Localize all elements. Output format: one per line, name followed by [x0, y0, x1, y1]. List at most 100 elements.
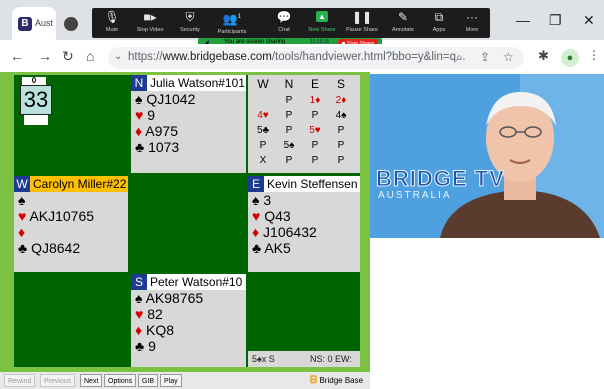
github-icon	[64, 17, 78, 31]
extensions-icon[interactable]: ✱	[538, 48, 549, 64]
stop-video-button[interactable]: ■▸ Stop Video	[130, 8, 170, 38]
playback-controls: Rewind Previous Next Options GIB Play ᗷ …	[0, 372, 370, 389]
next-button[interactable]: Next	[80, 374, 103, 387]
south-diamonds: ♦ KQ8	[131, 322, 246, 338]
east-player-name: Kevin Steffensen	[267, 177, 358, 191]
participants-button[interactable]: 👥1 Participants	[212, 8, 252, 38]
seat-badge: S	[131, 274, 147, 290]
spade-icon: ♠	[135, 91, 143, 107]
spade-icon: ♠	[135, 290, 143, 306]
east-hearts: ♥ Q43	[248, 208, 360, 224]
more-label: More	[465, 27, 479, 33]
club-icon: ♣	[135, 139, 145, 155]
bid-cell: 5♥	[309, 125, 321, 136]
heart-icon: ♥	[135, 107, 144, 123]
bridge-handviewer: 0 33 N Julia Watson#101 ♠ QJ1042 ♥ 9 ♦ A9…	[0, 72, 370, 389]
bid-cell: P	[311, 140, 319, 151]
share-icon: ▲	[316, 11, 328, 22]
bid-header-s: S	[336, 77, 345, 91]
security-button[interactable]: ⛨ Security	[170, 8, 210, 38]
more-button[interactable]: ··· More	[452, 8, 492, 38]
tricks-counter: 0 33	[20, 77, 52, 135]
gib-button[interactable]: GIB	[138, 374, 159, 387]
heart-icon: ♥	[252, 208, 261, 224]
west-clubs: ♣ QJ8642	[14, 240, 128, 256]
east-clubs: ♣ AK5	[248, 240, 360, 256]
bid-row: 5♣ P 5♥ P	[248, 125, 360, 139]
new-share-label: New Share	[308, 27, 336, 33]
south-spades: ♠ AK98765	[131, 290, 246, 306]
pencil-icon: ✎	[397, 10, 409, 24]
url-text: https://www.bridgebase.com/tools/handvie…	[128, 51, 466, 63]
west-spades: ♠	[14, 192, 128, 208]
mute-button[interactable]: 🎙 Mute	[92, 8, 132, 38]
chat-icon: 💬	[276, 10, 292, 24]
maximize-icon[interactable]: ❐	[549, 12, 562, 29]
chat-label: Chat	[278, 27, 290, 33]
west-diamonds: ♦	[14, 224, 128, 240]
video-camera-icon: ■▸	[143, 10, 157, 24]
presenter-video: BRIDGE TV AUSTRALIA	[370, 74, 604, 238]
chat-button[interactable]: 💬 Chat	[264, 8, 304, 38]
address-bar[interactable]: ⌄ https://www.bridgebase.com/tools/handv…	[108, 47, 524, 69]
bid-header-w: W	[257, 77, 269, 91]
bookmark-star-icon[interactable]: ☆	[503, 50, 514, 64]
screen: B Aust ⌄ — ❐ ✕ 🎙 Mute ■▸ Stop Video ⛨ Se…	[0, 0, 604, 389]
url-scheme: https://	[128, 51, 163, 63]
heart-icon: ♥	[135, 306, 144, 322]
bid-cell: P	[337, 155, 345, 166]
search-icon[interactable]: ⌕	[456, 50, 463, 65]
participants-icon: 👥1	[222, 12, 242, 26]
share-page-icon[interactable]: ⇪	[480, 50, 490, 64]
west-hand: W Carolyn Miller#22 ♠ ♥ AKJ10765 ♦ ♣ QJ86…	[14, 176, 128, 272]
profile-avatar-icon[interactable]: ●	[561, 49, 579, 67]
south-hand: S Peter Watson#10 ♠ AK98765 ♥ 82 ♦ KQ8 ♣ …	[131, 274, 246, 367]
east-clubs-cards: AK5	[264, 240, 291, 256]
bridge-tv-logo: BRIDGE TV	[376, 166, 505, 192]
microphone-icon: 🎙	[104, 10, 120, 24]
spade-icon: ♠	[252, 192, 260, 208]
rewind-button[interactable]: Rewind	[4, 374, 36, 387]
minimize-icon[interactable]: —	[516, 12, 530, 28]
bid-cell: 4♥	[257, 110, 269, 121]
chevron-down-icon[interactable]: ⌄	[114, 51, 122, 62]
home-icon[interactable]: ⌂	[86, 48, 94, 64]
bid-cell: P	[337, 140, 345, 151]
seat-badge: W	[14, 176, 30, 192]
seat-badge: E	[248, 176, 264, 192]
pause-share-button[interactable]: ❚❚ Pause Share	[342, 8, 382, 38]
forward-icon[interactable]: →	[38, 48, 52, 64]
presenter-image	[370, 74, 604, 238]
browser-toolbar: ← → ↻ ⌂ ⌄ https://www.bridgebase.com/too…	[0, 44, 604, 72]
annotate-button[interactable]: ✎ Annotate	[383, 8, 423, 38]
north-header: N Julia Watson#101	[131, 75, 246, 91]
participants-label: Participants	[217, 29, 247, 35]
new-share-button[interactable]: ▲ New Share	[302, 8, 342, 38]
bid-cell: P	[311, 155, 319, 166]
bid-cell: P	[285, 155, 293, 166]
browser-menu-icon[interactable]: ⋮	[588, 48, 600, 62]
east-hand: E Kevin Steffensen ♠ 3 ♥ Q43 ♦ J106432 ♣ …	[248, 176, 360, 272]
bidding-box: W N E S P 1♦ 2♦ 4♥ P P 4♠ 5♣ P 5♥ P P 5♠…	[248, 75, 360, 173]
bid-cell: P	[285, 125, 293, 136]
north-spades-cards: QJ1042	[146, 91, 196, 107]
play-button[interactable]: Play	[160, 374, 182, 387]
back-icon[interactable]: ←	[10, 48, 24, 64]
east-hearts-cards: Q43	[264, 208, 291, 224]
zoom-toolbar: 🎙 Mute ■▸ Stop Video ⛨ Security 👥1 Parti…	[92, 8, 490, 38]
reload-icon[interactable]: ↻	[62, 48, 74, 65]
bid-cell: 2♦	[335, 95, 347, 106]
north-hearts: ♥ 9	[131, 107, 246, 123]
south-diamonds-cards: KQ8	[146, 322, 175, 338]
close-window-icon[interactable]: ✕	[583, 12, 595, 29]
contract-bar: 5♠x S NS: 0 EW:	[248, 351, 360, 367]
shield-icon: ⛨	[185, 10, 195, 24]
bid-cell: 1♦	[309, 95, 321, 106]
south-player-name: Peter Watson#10	[150, 275, 243, 289]
options-button[interactable]: Options	[104, 374, 137, 387]
browser-tab[interactable]: B Aust	[12, 7, 56, 40]
east-spades: ♠ 3	[248, 192, 360, 208]
browser-tab-2[interactable]	[58, 7, 94, 40]
north-player-name: Julia Watson#101	[150, 76, 245, 90]
previous-button[interactable]: Previous	[40, 374, 76, 387]
